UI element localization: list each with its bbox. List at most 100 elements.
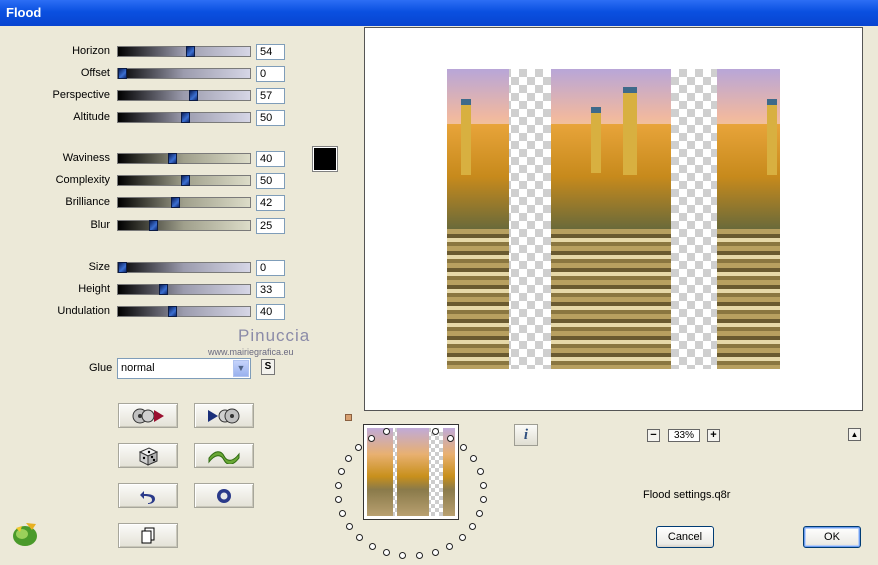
slider-track-size[interactable]: [117, 262, 251, 273]
slider-value-undulation[interactable]: 40: [256, 304, 285, 320]
dial-dot[interactable]: [399, 552, 407, 560]
undo-button[interactable]: [118, 483, 178, 508]
ring-icon: [217, 488, 231, 503]
slider-thumb[interactable]: [149, 220, 158, 231]
slider-value-blur[interactable]: 25: [256, 218, 285, 234]
slider-row-size: Size 0: [0, 260, 300, 276]
preview-image: [447, 69, 780, 369]
ok-button[interactable]: OK: [803, 526, 861, 548]
dice-icon: [138, 446, 159, 466]
slider-label: Undulation: [57, 305, 110, 317]
slider-row-offset: Offset 0: [0, 66, 300, 82]
reflection-panel: [717, 69, 780, 369]
slider-thumb[interactable]: [181, 175, 190, 186]
dial-dot[interactable]: [345, 522, 353, 530]
dial-dot[interactable]: [334, 481, 342, 489]
dial-dot[interactable]: [469, 522, 477, 530]
slider-thumb[interactable]: [189, 90, 198, 101]
dial-dot[interactable]: [338, 467, 346, 475]
slider-track-horizon[interactable]: [117, 46, 251, 57]
dial-dot[interactable]: [476, 467, 484, 475]
chevron-up-icon: ▲: [850, 430, 859, 439]
slider-thumb[interactable]: [171, 197, 180, 208]
slider-value-altitude[interactable]: 50: [256, 110, 285, 126]
slider-label: Waviness: [62, 152, 110, 164]
wave-button[interactable]: [194, 443, 254, 468]
collapse-preview-button[interactable]: ▲: [848, 428, 861, 441]
random-button[interactable]: [118, 443, 178, 468]
slider-thumb[interactable]: [181, 112, 190, 123]
dial-dot[interactable]: [383, 549, 391, 557]
slider-value-offset[interactable]: 0: [256, 66, 285, 82]
slider-row-blur: Blur 25: [0, 218, 300, 234]
preview-panel[interactable]: [364, 27, 863, 411]
copy-button[interactable]: [118, 523, 178, 548]
dial-dot[interactable]: [355, 443, 363, 451]
glue-s-button[interactable]: S: [261, 359, 275, 375]
dialog-client: Horizon 54 Offset 0 Perspective 57 Altitude 50 W…: [0, 26, 878, 565]
slider-value-perspective[interactable]: 57: [256, 88, 285, 104]
slider-value-waviness[interactable]: 40: [256, 151, 285, 167]
slider-thumb[interactable]: [118, 68, 127, 79]
save-settings-button[interactable]: [194, 403, 254, 428]
slider-track-altitude[interactable]: [117, 112, 251, 123]
info-button[interactable]: i: [514, 424, 538, 446]
slider-row-height: Height 33: [0, 282, 300, 298]
title-bar: Flood: [0, 0, 878, 26]
slider-track-perspective[interactable]: [117, 90, 251, 101]
slider-thumb[interactable]: [118, 262, 127, 273]
slider-thumb[interactable]: [168, 306, 177, 317]
info-icon: i: [523, 427, 529, 443]
slider-track-brilliance[interactable]: [117, 197, 251, 208]
dial-dot[interactable]: [431, 549, 439, 557]
color-swatch[interactable]: [312, 146, 338, 172]
slider-value-brilliance[interactable]: 42: [256, 195, 285, 211]
slider-track-undulation[interactable]: [117, 306, 251, 317]
cancel-button[interactable]: Cancel: [656, 526, 714, 548]
load-settings-button[interactable]: [118, 403, 178, 428]
slider-track-waviness[interactable]: [117, 153, 251, 164]
dial-dot[interactable]: [469, 454, 477, 462]
dial-dot[interactable]: [479, 496, 487, 504]
slider-track-complexity[interactable]: [117, 175, 251, 186]
zoom-out-button[interactable]: −: [647, 429, 660, 442]
chevron-down-icon[interactable]: ▼: [233, 360, 249, 377]
slider-label: Perspective: [52, 89, 110, 101]
dial-dot[interactable]: [446, 542, 454, 550]
navigator-thumbnail[interactable]: [363, 424, 459, 520]
slider-row-altitude: Altitude 50: [0, 110, 300, 126]
dial-dot[interactable]: [356, 534, 364, 542]
slider-thumb[interactable]: [159, 284, 168, 295]
dial-dot[interactable]: [345, 454, 353, 462]
slider-row-horizon: Horizon 54: [0, 44, 300, 60]
dial-dot[interactable]: [335, 496, 342, 504]
navigator-handle[interactable]: [345, 414, 352, 421]
slider-track-offset[interactable]: [117, 68, 251, 79]
slider-row-brilliance: Brilliance 42: [0, 195, 300, 211]
slider-label: Height: [78, 283, 110, 295]
glue-select[interactable]: normal ▼: [117, 358, 251, 379]
dial-dot[interactable]: [447, 434, 455, 442]
slider-thumb[interactable]: [186, 46, 195, 57]
slider-thumb[interactable]: [168, 153, 177, 164]
slider-value-complexity[interactable]: 50: [256, 173, 285, 189]
app-logo-icon: [13, 523, 37, 546]
zoom-in-button[interactable]: +: [707, 429, 720, 442]
slider-value-size[interactable]: 0: [256, 260, 285, 276]
dial-dot[interactable]: [338, 510, 346, 518]
dial-dot[interactable]: [368, 542, 376, 550]
dial-dot[interactable]: [415, 552, 423, 560]
dial-dot[interactable]: [367, 434, 375, 442]
dial-dot[interactable]: [382, 428, 390, 436]
dial-dot[interactable]: [476, 510, 484, 518]
dial-dot[interactable]: [459, 443, 467, 451]
zoom-value: 33%: [668, 429, 700, 442]
slider-track-height[interactable]: [117, 284, 251, 295]
settings-file-name: Flood settings.q8r: [643, 489, 731, 501]
slider-track-blur[interactable]: [117, 220, 251, 231]
dial-dot[interactable]: [458, 534, 466, 542]
dial-dot[interactable]: [480, 481, 488, 489]
slider-value-horizon[interactable]: 54: [256, 44, 285, 60]
slider-value-height[interactable]: 33: [256, 282, 285, 298]
reset-button[interactable]: [194, 483, 254, 508]
